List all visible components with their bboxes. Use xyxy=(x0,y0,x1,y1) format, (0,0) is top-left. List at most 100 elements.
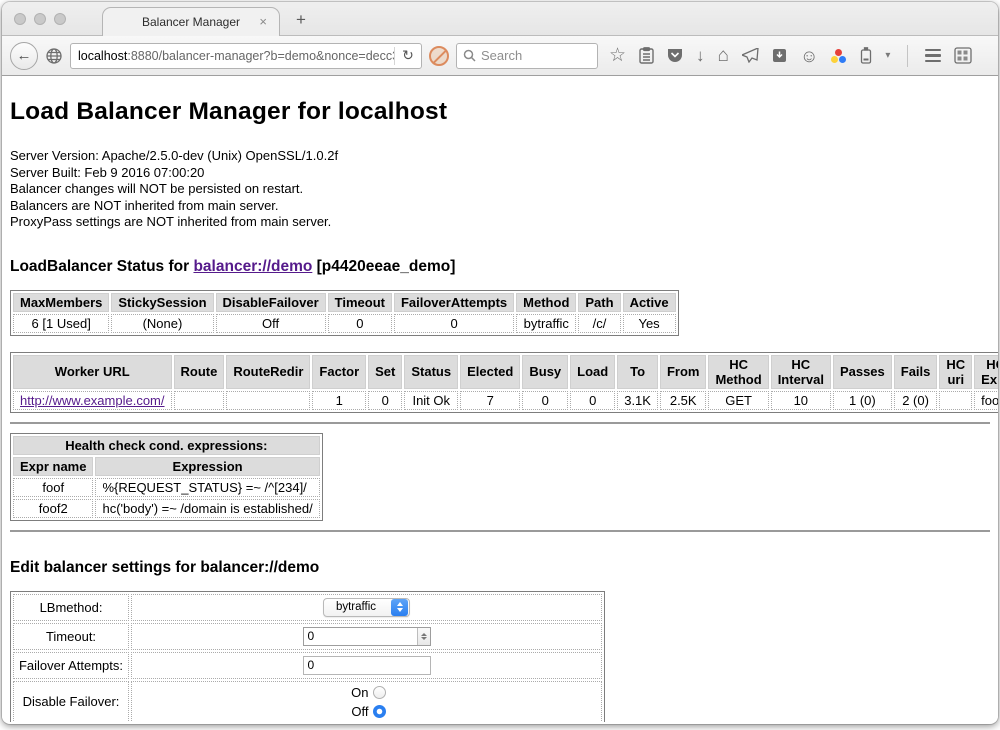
chat-smiley-icon[interactable]: ☺ xyxy=(800,47,818,65)
send-tab-icon[interactable] xyxy=(742,48,759,63)
overflow-caret-icon[interactable]: ▾ xyxy=(885,50,890,61)
cell-routeredir xyxy=(226,391,310,410)
search-icon xyxy=(463,49,476,62)
failover-attempts-input[interactable] xyxy=(303,656,431,675)
reading-list-icon[interactable] xyxy=(639,47,654,64)
tab-bar: Balancer Manager × + xyxy=(2,2,998,36)
info-line: Server Built: Feb 9 2016 07:00:20 xyxy=(10,165,990,182)
col-header: Set xyxy=(368,355,402,389)
pocket-icon[interactable] xyxy=(667,48,683,63)
col-header: HC uri xyxy=(939,355,972,389)
save-to-device-icon[interactable] xyxy=(772,48,787,63)
col-header: HC Expr xyxy=(974,355,998,389)
battery-icon[interactable] xyxy=(860,47,872,64)
status-heading-prefix: LoadBalancer Status for xyxy=(10,258,193,275)
cell-elected: 7 xyxy=(460,391,520,410)
tab-close-icon[interactable]: × xyxy=(259,14,267,29)
cell-expr-name: foof2 xyxy=(13,499,93,518)
col-header: Path xyxy=(578,293,620,312)
table-row: foof %{REQUEST_STATUS} =~ /^[234]/ xyxy=(13,478,320,497)
cell-passes: 1 (0) xyxy=(833,391,892,410)
cell-path: /c/ xyxy=(578,314,620,333)
url-path: :8880/balancer-manager?b=demo&nonce=decc… xyxy=(127,49,394,63)
color-dots-icon[interactable] xyxy=(831,49,847,63)
form-row-lbmethod: LBmethod: bytraffic xyxy=(13,594,602,621)
window-zoom-button[interactable] xyxy=(54,13,66,25)
cell-hc-expr: foof2 xyxy=(974,391,998,410)
cell-hc-uri xyxy=(939,391,972,410)
info-line: ProxyPass settings are NOT inherited fro… xyxy=(10,214,990,231)
content-blocked-icon[interactable] xyxy=(429,46,449,66)
tab-balancer-manager[interactable]: Balancer Manager × xyxy=(102,7,280,36)
balancer-demo-link[interactable]: balancer://demo xyxy=(193,258,312,275)
disable-failover-on-radio[interactable] xyxy=(373,686,386,699)
balancer-status-table: MaxMembers StickySession DisableFailover… xyxy=(10,290,679,336)
window-minimize-button[interactable] xyxy=(34,13,46,25)
search-bar[interactable] xyxy=(456,43,598,69)
lbmethod-selected-value: bytraffic xyxy=(324,601,390,613)
disable-failover-off-radio[interactable] xyxy=(373,705,386,718)
col-header: Factor xyxy=(312,355,366,389)
url-bar[interactable]: localhost:8880/balancer-manager?b=demo&n… xyxy=(70,43,422,69)
col-header: Method xyxy=(516,293,576,312)
col-header: Route xyxy=(174,355,225,389)
cell-maxmembers: 6 [1 Used] xyxy=(13,314,109,333)
home-icon[interactable]: ⌂ xyxy=(718,46,729,65)
col-header: Active xyxy=(623,293,676,312)
url-text: localhost:8880/balancer-manager?b=demo&n… xyxy=(71,49,394,63)
col-header: StickySession xyxy=(111,293,213,312)
cell-failoverattempts: 0 xyxy=(394,314,514,333)
number-stepper-icon[interactable] xyxy=(417,628,430,645)
cell-set: 0 xyxy=(368,391,402,410)
reload-icon[interactable]: ↻ xyxy=(395,47,421,64)
col-header: From xyxy=(660,355,707,389)
health-check-table: Health check cond. expressions: Expr nam… xyxy=(10,433,323,521)
lbmethod-label: LBmethod: xyxy=(13,594,129,621)
col-header: Expression xyxy=(95,457,319,476)
tab-title: Balancer Manager xyxy=(142,15,240,29)
lbmethod-select[interactable]: bytraffic xyxy=(323,598,410,617)
divider xyxy=(10,530,990,532)
browser-window: Balancer Manager × + ← localhost:8880/ba… xyxy=(2,2,998,724)
menu-icon[interactable] xyxy=(925,49,941,63)
col-header: To xyxy=(617,355,658,389)
cell-stickysession: (None) xyxy=(111,314,213,333)
col-header: RouteRedir xyxy=(226,355,310,389)
col-header: FailoverAttempts xyxy=(394,293,514,312)
worker-table: Worker URL Route RouteRedir Factor Set S… xyxy=(10,352,998,413)
cell-hc-method: GET xyxy=(708,391,768,410)
col-header: Busy xyxy=(522,355,568,389)
grid-tiles-icon[interactable] xyxy=(954,47,972,64)
loadbalancer-status-heading: LoadBalancer Status for balancer://demo … xyxy=(10,258,990,276)
col-header: HC Interval xyxy=(771,355,831,389)
timeout-input[interactable] xyxy=(304,628,417,645)
toolbar-icons: ☆ ↓ ⌂ ☺ xyxy=(609,45,972,67)
search-input[interactable] xyxy=(481,48,591,63)
cell-route xyxy=(174,391,225,410)
toolbar-separator xyxy=(907,45,908,67)
downloads-icon[interactable]: ↓ xyxy=(696,47,705,64)
form-row-timeout: Timeout: xyxy=(13,623,602,650)
bookmark-star-icon[interactable]: ☆ xyxy=(609,46,626,65)
col-header: DisableFailover xyxy=(216,293,326,312)
window-close-button[interactable] xyxy=(14,13,26,25)
health-table-title: Health check cond. expressions: xyxy=(13,436,320,455)
select-stepper-icon xyxy=(391,599,408,616)
cell-hc-interval: 10 xyxy=(771,391,831,410)
cell-status: Init Ok xyxy=(404,391,458,410)
worker-url-link[interactable]: http://www.example.com/ xyxy=(20,393,165,408)
col-header: Timeout xyxy=(328,293,392,312)
page-content: Load Balancer Manager for localhost Serv… xyxy=(2,76,998,722)
server-info: Server Version: Apache/2.5.0-dev (Unix) … xyxy=(10,148,990,231)
cell-method: bytraffic xyxy=(516,314,576,333)
globe-icon[interactable] xyxy=(45,47,63,65)
divider xyxy=(10,422,990,424)
col-header: Elected xyxy=(460,355,520,389)
cell-from: 2.5K xyxy=(660,391,707,410)
info-line: Balancer changes will NOT be persisted o… xyxy=(10,181,990,198)
url-host: localhost xyxy=(78,49,127,63)
new-tab-button[interactable]: + xyxy=(296,10,306,30)
page-title: Load Balancer Manager for localhost xyxy=(10,98,990,126)
back-button[interactable]: ← xyxy=(10,42,38,70)
cell-load: 0 xyxy=(570,391,615,410)
